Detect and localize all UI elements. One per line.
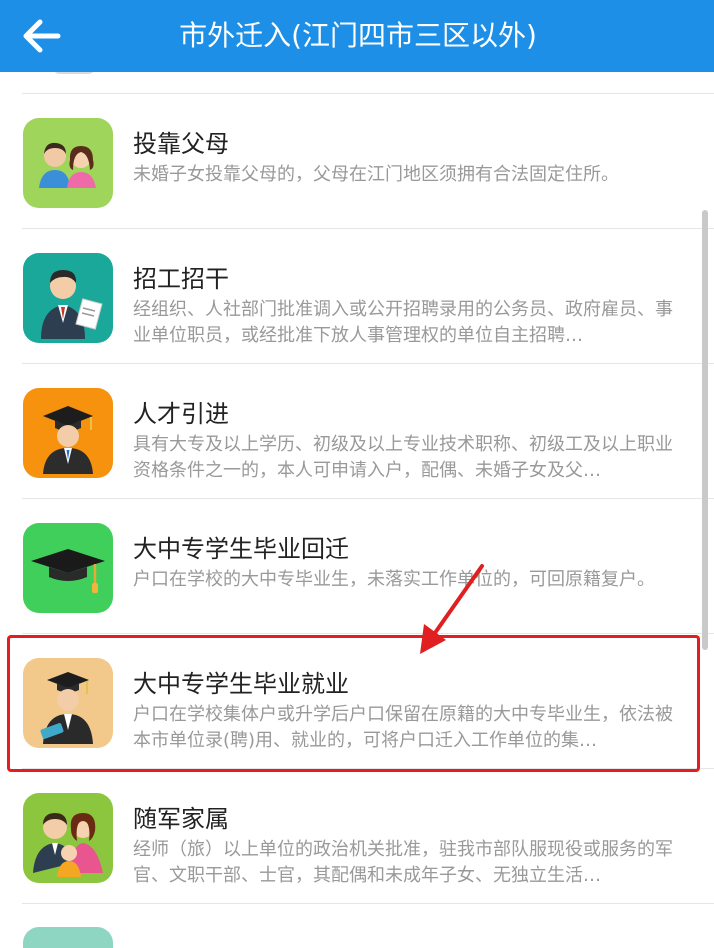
talent-icon: [23, 388, 113, 478]
military-family-icon: [23, 793, 113, 883]
previous-item-peek: [24, 72, 114, 74]
list-item-parents[interactable]: 投靠父母 未婚子女投靠父母的，父母在江门地区须拥有合法固定住所。: [0, 94, 714, 229]
graduation-cap-icon: [23, 523, 113, 613]
list-item-talent[interactable]: 人才引进 具有大专及以上学历、初级及以上专业技术职称、初级工及以上职业资格条件之…: [0, 364, 714, 499]
item-title: 人才引进: [133, 400, 229, 428]
item-description: 户口在学校的大中专毕业生，未落实工作单位的，可回原籍复户。: [133, 569, 655, 590]
recruitment-icon: [23, 253, 113, 343]
parents-icon: [23, 118, 113, 208]
divider: [22, 903, 714, 904]
next-item-peek: [23, 927, 113, 948]
list-item-graduate-return[interactable]: 大中专学生毕业回迁 户口在学校的大中专毕业生，未落实工作单位的，可回原籍复户。: [0, 499, 714, 634]
app-header: 市外迁入(江门四市三区以外): [0, 0, 714, 72]
page-title: 市外迁入(江门四市三区以外): [179, 19, 537, 52]
item-title: 招工招干: [133, 265, 229, 293]
list-item-recruitment[interactable]: 招工招干 经组织、人社部门批准调入或公开招聘录用的公务员、政府雇员、事业单位职员…: [0, 229, 714, 364]
item-title: 大中专学生毕业就业: [133, 670, 349, 698]
category-list: 投靠父母 未婚子女投靠父母的，父母在江门地区须拥有合法固定住所。 招工招干 经组…: [0, 72, 714, 948]
item-title: 随军家属: [133, 805, 229, 833]
item-title: 投靠父母: [133, 130, 229, 158]
item-description: 具有大专及以上学历、初级及以上专业技术职称、初级工及以上职业资格条件之一的，本人…: [133, 434, 673, 481]
graduate-employment-icon: [23, 658, 113, 748]
item-description: 经师（旅）以上单位的政治机关批准，驻我市部队服现役或服务的军官、文职干部、士官，…: [133, 839, 673, 886]
list-item-military-family[interactable]: 随军家属 经师（旅）以上单位的政治机关批准，驻我市部队服现役或服务的军官、文职干…: [0, 769, 714, 904]
item-description: 户口在学校集体户或升学后户口保留在原籍的大中专毕业生，依法被本市单位录(聘)用、…: [133, 704, 673, 751]
item-description: 未婚子女投靠父母的，父母在江门地区须拥有合法固定住所。: [133, 164, 619, 185]
scrollbar[interactable]: [702, 210, 708, 650]
item-title: 大中专学生毕业回迁: [133, 535, 349, 563]
item-description: 经组织、人社部门批准调入或公开招聘录用的公务员、政府雇员、事业单位职员，或经批准…: [133, 299, 673, 346]
list-item-graduate-employment[interactable]: 大中专学生毕业就业 户口在学校集体户或升学后户口保留在原籍的大中专毕业生，依法被…: [0, 634, 714, 769]
